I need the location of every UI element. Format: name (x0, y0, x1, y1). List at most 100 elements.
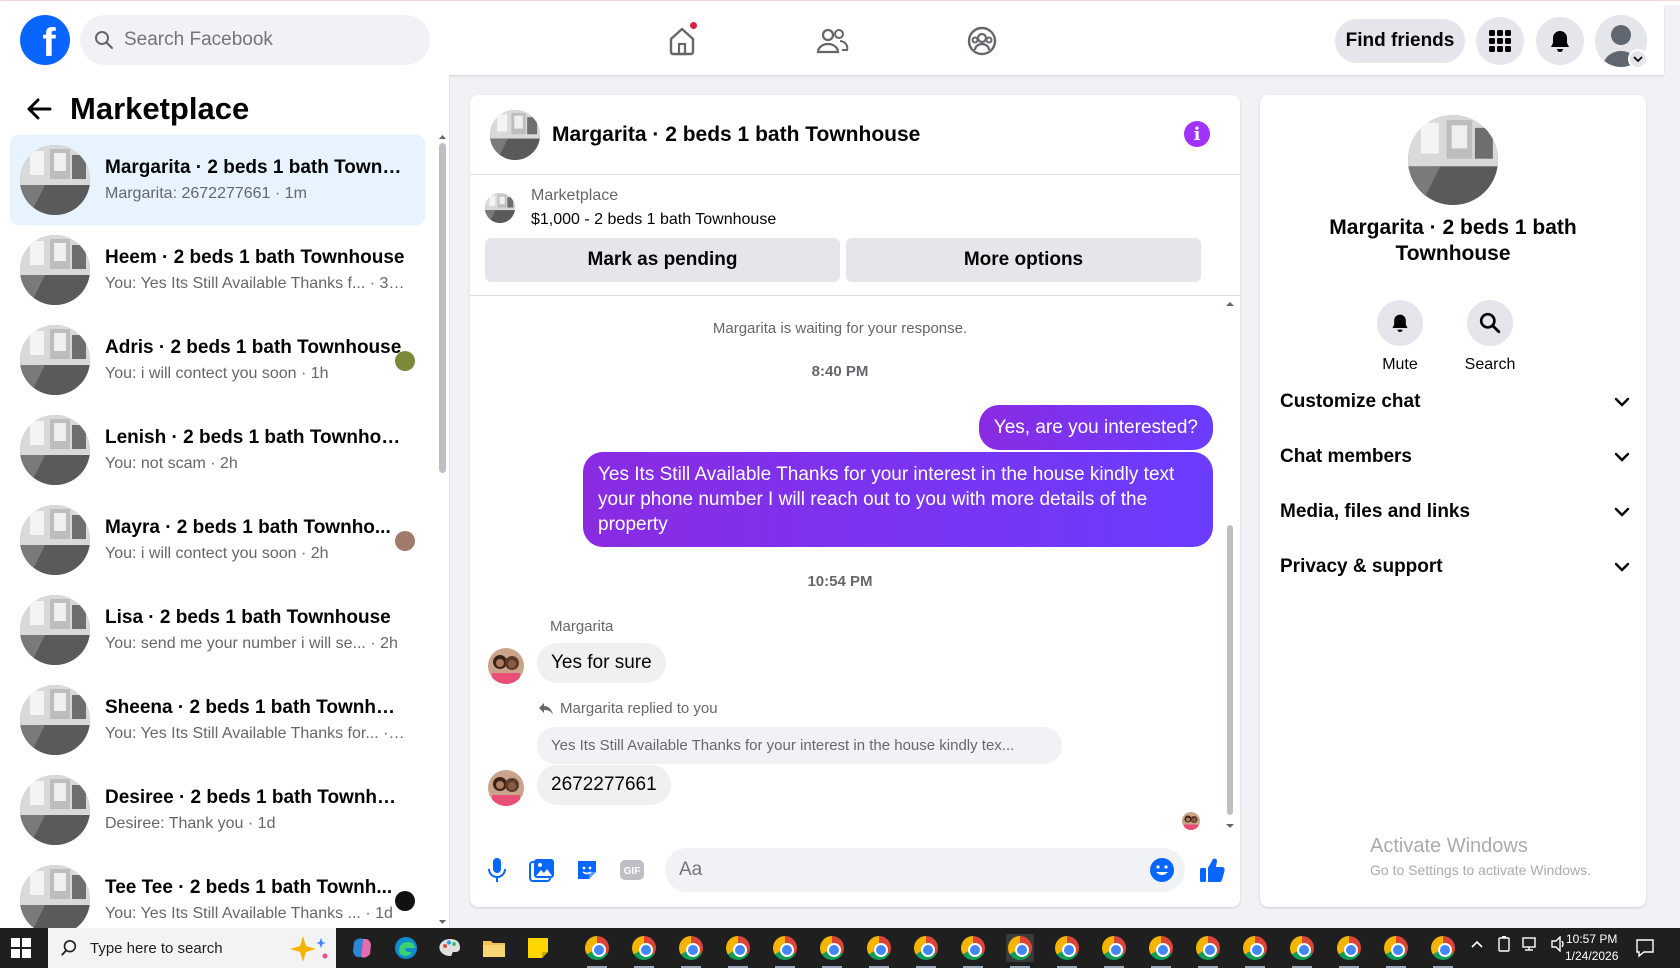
friends-nav-button[interactable] (810, 19, 854, 63)
sender-avatar[interactable] (488, 770, 524, 806)
chrome-window-taskbar-icon[interactable] (1006, 934, 1034, 968)
back-arrow-icon[interactable] (26, 98, 52, 120)
scrollbar-thumb[interactable] (439, 143, 446, 473)
sticker-button[interactable] (572, 855, 602, 885)
sparkle-icon (290, 936, 328, 962)
conversation-item[interactable]: Mayra · 2 beds 1 bath Townho... You: i wi… (10, 495, 425, 585)
notifications-button[interactable] (1536, 17, 1584, 65)
facebook-logo-icon[interactable]: f (20, 15, 70, 65)
incoming-message[interactable]: Yes for sure (537, 643, 666, 683)
chrome-window-taskbar-icon[interactable] (1194, 934, 1222, 968)
notification-center-icon (1636, 939, 1654, 958)
chrome-window-taskbar-icon[interactable] (1100, 934, 1128, 968)
file-explorer-taskbar-icon[interactable] (480, 934, 508, 962)
sticky-notes-taskbar-icon[interactable] (524, 934, 552, 962)
battery-icon[interactable] (1496, 936, 1512, 952)
chrome-window-taskbar-icon[interactable] (1288, 934, 1316, 968)
incoming-message[interactable]: 2672277661 (537, 765, 671, 805)
like-button[interactable] (1197, 855, 1227, 885)
privacy-support-row[interactable]: Privacy & support (1280, 547, 1630, 587)
gif-button[interactable]: GIF (617, 855, 647, 885)
customize-chat-row[interactable]: Customize chat (1280, 382, 1630, 422)
emoji-button[interactable] (1147, 855, 1177, 885)
paint-taskbar-icon[interactable] (436, 934, 464, 962)
scroll-down-icon[interactable] (438, 918, 447, 926)
groups-nav-button[interactable] (960, 19, 1004, 63)
listing-large-thumbnail[interactable] (1408, 115, 1498, 205)
edge-taskbar-icon[interactable] (392, 934, 420, 962)
conversation-item[interactable]: Lenish · 2 beds 1 bath Townhouse You: not… (10, 405, 425, 495)
reply-label: Margarita replied to you (560, 700, 718, 717)
chrome-window-taskbar-icon[interactable] (818, 934, 846, 968)
chrome-window-taskbar-icon[interactable] (1382, 934, 1410, 968)
conversation-item[interactable]: Desiree · 2 beds 1 bath Townhouse Desiree… (10, 765, 425, 855)
chrome-window-taskbar-icon[interactable] (724, 934, 752, 968)
watermark-subtitle: Go to Settings to activate Windows. (1370, 862, 1591, 878)
chrome-window-taskbar-icon[interactable] (1335, 934, 1363, 968)
sender-avatar[interactable] (488, 648, 524, 684)
chrome-window-taskbar-icon[interactable] (1053, 934, 1081, 968)
action-center-button[interactable] (1635, 938, 1655, 963)
chrome-window-taskbar-icon[interactable] (1241, 934, 1269, 968)
listing-summary[interactable]: Marketplace $1,000 - 2 beds 1 bath Townh… (485, 187, 776, 229)
scroll-down-icon[interactable] (1225, 822, 1235, 830)
conversation-item[interactable]: Heem · 2 beds 1 bath Townhouse You: Yes I… (10, 225, 425, 315)
chrome-window-taskbar-icon[interactable] (1147, 934, 1175, 968)
chrome-window-taskbar-icon[interactable] (677, 934, 705, 968)
start-button[interactable] (10, 937, 32, 964)
windows-logo-icon (11, 938, 31, 958)
home-nav-button[interactable] (660, 19, 704, 63)
attach-photo-button[interactable] (527, 855, 557, 885)
conversation-title: Desiree · 2 beds 1 bath Townhouse (105, 787, 405, 808)
search-facebook-box[interactable] (80, 15, 430, 65)
message-input[interactable] (665, 848, 1185, 892)
conversation-item[interactable]: Adris · 2 beds 1 bath Townhouse You: i wi… (10, 315, 425, 405)
conversation-item[interactable]: Margarita · 2 beds 1 bath Townh... Margar… (10, 135, 425, 225)
network-icon[interactable] (1522, 936, 1540, 952)
conversation-list-scrollbar[interactable] (438, 133, 447, 926)
more-options-button[interactable]: More options (846, 238, 1201, 282)
chat-scrollbar[interactable] (1225, 300, 1235, 830)
find-friends-button[interactable]: Find friends (1335, 19, 1465, 63)
voice-clip-button[interactable] (482, 855, 512, 885)
outgoing-message[interactable]: Yes, are you interested? (978, 405, 1213, 450)
seen-receipt-avatar (1182, 812, 1200, 830)
taskbar-search-text: Type here to search (90, 939, 223, 957)
search-input[interactable] (124, 29, 404, 51)
chat-header[interactable]: Margarita · 2 beds 1 bath Townhouse (470, 95, 1240, 175)
conversation-item[interactable]: Lisa · 2 beds 1 bath Townhouse You: send … (10, 585, 425, 675)
chrome-window-taskbar-icon[interactable] (630, 934, 658, 968)
chrome-window-taskbar-icon[interactable] (771, 934, 799, 968)
taskbar-search-box[interactable]: Type here to search (48, 928, 336, 968)
scroll-up-icon[interactable] (438, 133, 447, 141)
page-scrollbar[interactable] (1664, 75, 1680, 928)
listing-thumbnail (20, 415, 90, 485)
mark-as-pending-button[interactable]: Mark as pending (485, 238, 840, 282)
chrome-window-taskbar-icon[interactable] (865, 934, 893, 968)
chrome-window-taskbar-icon[interactable] (912, 934, 940, 968)
info-icon[interactable]: i (1184, 121, 1210, 147)
chrome-icon (1196, 936, 1220, 960)
quoted-message[interactable]: Yes Its Still Available Thanks for your … (537, 727, 1062, 764)
taskbar-clock[interactable]: 10:57 PM 1/24/2026 (1565, 931, 1618, 965)
conversation-preview: You: i will contect you soon · 2h (105, 545, 329, 562)
chrome-window-taskbar-icon[interactable] (583, 934, 611, 968)
account-menu-caret[interactable] (1628, 49, 1648, 69)
media-files-links-row[interactable]: Media, files and links (1280, 492, 1630, 532)
mute-action[interactable]: Mute (1360, 300, 1440, 374)
watermark-title: Activate Windows (1370, 835, 1528, 857)
scroll-up-icon[interactable] (1225, 300, 1235, 308)
chevron-up-icon[interactable] (1470, 937, 1484, 951)
search-in-chat-action[interactable]: Search (1450, 300, 1530, 374)
chrome-window-taskbar-icon[interactable] (959, 934, 987, 968)
outgoing-message[interactable]: Yes Its Still Available Thanks for your … (583, 452, 1213, 547)
copilot-taskbar-icon[interactable] (348, 934, 376, 962)
chat-members-row[interactable]: Chat members (1280, 437, 1630, 477)
conversation-preview: You: Yes Its Still Available Thanks ... … (105, 905, 393, 922)
conversation-item[interactable]: Sheena · 2 beds 1 bath Townhouse You: Yes… (10, 675, 425, 765)
menu-button[interactable] (1476, 17, 1524, 65)
grid-menu-icon (1489, 30, 1511, 52)
chrome-window-taskbar-icon[interactable] (1429, 934, 1457, 968)
scrollbar-thumb[interactable] (1227, 525, 1233, 815)
mute-label: Mute (1382, 356, 1418, 373)
